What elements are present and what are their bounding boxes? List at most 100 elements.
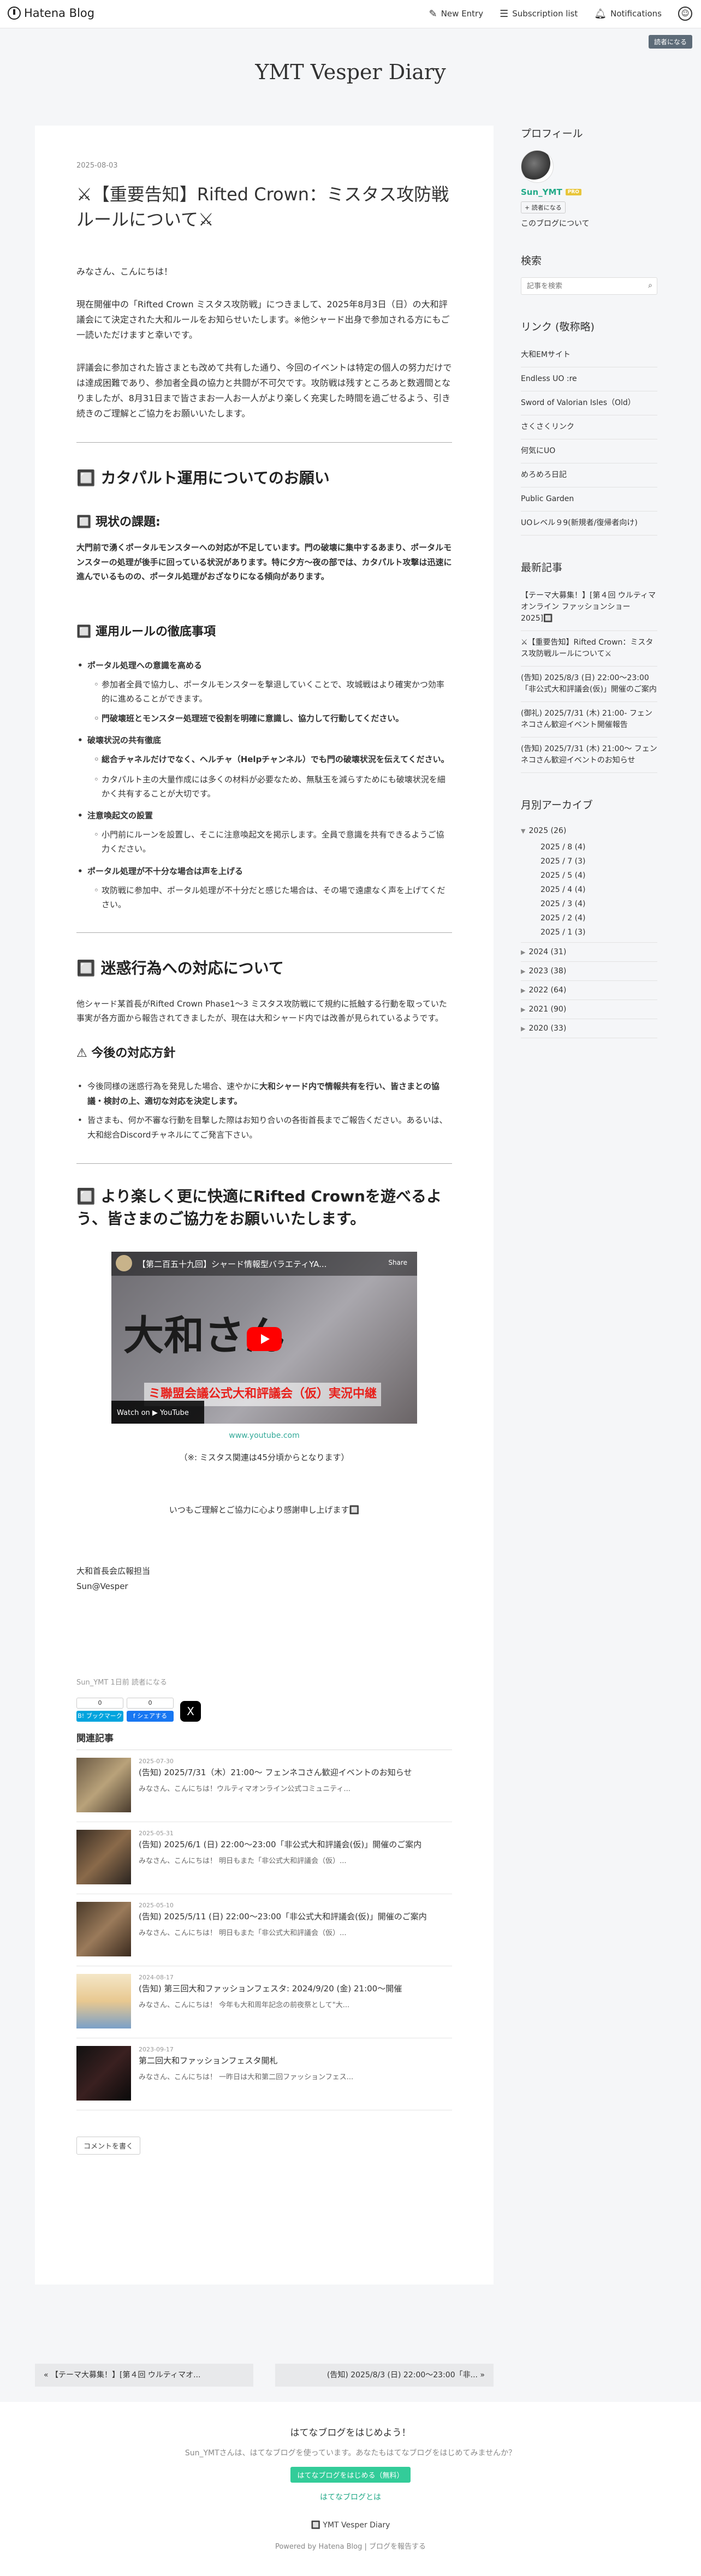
- youtube-embed[interactable]: 【第二百五十九回】シャード情報型バラエティYA... Share 大和さん ミ聯…: [111, 1252, 417, 1424]
- related-entry[interactable]: 2024-08-17 (告知) 第三回大和ファッションフェスタ: 2024/9/2…: [76, 1966, 452, 2038]
- play-button-icon[interactable]: [247, 1327, 282, 1352]
- x-share-icon[interactable]: X: [180, 1700, 201, 1722]
- new-entry-label: New Entry: [441, 9, 484, 19]
- rules-list: ポータル処理への意識を高める 参加者全員で協力し、ポータルモンスターを撃退してい…: [76, 658, 452, 912]
- thanks-text: いつもご理解とご協力に心より感謝申し上げます🔲: [169, 1504, 360, 1515]
- watch-on-youtube-button[interactable]: Watch on ▶ YouTube: [111, 1401, 204, 1424]
- sidebar-link[interactable]: めろめろ日記: [521, 463, 657, 487]
- archive-year-open[interactable]: ▼ 2025 (26): [521, 822, 657, 840]
- sidebar-link[interactable]: Public Garden: [521, 487, 657, 511]
- video-title[interactable]: 【第二百五十九回】シャード情報型バラエティYA...: [138, 1259, 326, 1269]
- related-title[interactable]: (告知) 2025/6/1 (日) 22:00〜23:00「非公式大和評議会(仮…: [139, 1839, 452, 1851]
- sidebar-link[interactable]: さくさくリンク: [521, 415, 657, 439]
- recent-entry-link[interactable]: 【テーマ大募集！】[第４回 ウルティマオンライン ファッションショー 2025]…: [521, 584, 657, 631]
- sidebar-link[interactable]: Endless UO :re: [521, 367, 657, 391]
- archive-year-label: 2024 (31): [528, 948, 567, 956]
- archive-year[interactable]: ▶ 2020 (33): [521, 1019, 657, 1038]
- reader-button[interactable]: 読者になる: [648, 35, 692, 49]
- related-thumbnail[interactable]: [76, 1901, 131, 1956]
- recent-entry-link[interactable]: (告知) 2025/7/31 (木) 21:00～ フェンネコさん歓迎イベントの…: [521, 737, 657, 773]
- rule-sublist: 参加者全員で協力し、ポータルモンスターを撃退していくことで、攻城戦はより確実かつ…: [87, 677, 452, 726]
- sidebar-reader-button[interactable]: + 読者になる: [521, 201, 566, 213]
- rule-label: 破壊状況の共有徹底: [87, 735, 162, 746]
- hatena-bookmark-share[interactable]: 0 B! ブックマーク: [76, 1697, 123, 1722]
- subscription-list-label: Subscription list: [512, 9, 578, 19]
- archive-year[interactable]: ▶ 2022 (64): [521, 981, 657, 1000]
- username-link[interactable]: Sun_YMT: [521, 187, 562, 197]
- next-entry-link[interactable]: (告知) 2025/8/3 (日) 22:00〜23:00「非... »: [275, 2364, 494, 2387]
- subheading-issue: 🔲 現状の課題:: [76, 515, 161, 529]
- bookmark-button[interactable]: B! ブックマーク: [76, 1710, 123, 1722]
- footer-blog-name[interactable]: 🔲 YMT Vesper Diary: [0, 2521, 701, 2530]
- archive-module: 月別アーカイブ ▼ 2025 (26) 2025 / 8 (4) 2025 / 7…: [521, 797, 657, 1038]
- archive-year[interactable]: ▶ 2021 (90): [521, 1000, 657, 1019]
- related-title[interactable]: (告知) 2025/7/31（木）21:00～ フェンネコさん歓迎イベントのお知…: [139, 1767, 452, 1779]
- archive-month[interactable]: 2025 / 1 (3): [521, 925, 657, 943]
- related-thumbnail[interactable]: [76, 1973, 131, 2028]
- caret-right-icon: ▶: [521, 1006, 526, 1013]
- archive-year-label: 2023 (38): [528, 967, 567, 975]
- about-blog-link[interactable]: このブログについて: [521, 218, 657, 229]
- about-hatena-blog-link[interactable]: はてなブログとは: [0, 2491, 701, 2502]
- related-entry[interactable]: 2023-09-17 第二回大和ファッションフェスタ開札 みなさん、こんにちは！ 一…: [76, 2038, 452, 2110]
- archive-month[interactable]: 2025 / 2 (4): [521, 911, 657, 925]
- related-entry[interactable]: 2025-05-31 (告知) 2025/6/1 (日) 22:00〜23:00「…: [76, 1822, 452, 1894]
- new-entry-link[interactable]: ✎ New Entry: [429, 8, 484, 20]
- powered-by[interactable]: Powered by Hatena Blog | ブログを報告する: [0, 2541, 701, 2551]
- caret-right-icon: ▶: [521, 1025, 526, 1032]
- video-share-button[interactable]: Share: [388, 1257, 407, 1269]
- related-entries-list: 2025-07-30 (告知) 2025/7/31（木）21:00～ フェンネコさ…: [76, 1750, 452, 2110]
- notifications-link[interactable]: 🔔︎ Notifications: [594, 8, 662, 20]
- sidebar-link[interactable]: UOレベル９9(新規者/復帰者向け): [521, 511, 657, 536]
- archive-month[interactable]: 2025 / 8 (4): [521, 840, 657, 854]
- user-menu-icon[interactable]: ☺: [678, 7, 692, 21]
- related-thumbnail[interactable]: [76, 1829, 131, 1884]
- footer-title: はてなブログをはじめよう！: [290, 2428, 411, 2438]
- related-entry[interactable]: 2025-05-10 (告知) 2025/5/11 (日) 22:00〜23:00…: [76, 1894, 452, 1966]
- sidebar-link[interactable]: 大和EMサイト: [521, 343, 657, 367]
- related-thumbnail[interactable]: [76, 1757, 131, 1812]
- hatena-blog-logo[interactable]: Hatena Blog: [8, 7, 94, 20]
- facebook-share[interactable]: 0 f シェアする: [127, 1697, 174, 1722]
- sidebar-link[interactable]: 何気にUO: [521, 439, 657, 463]
- subscription-list-link[interactable]: ☰ Subscription list: [500, 8, 578, 20]
- recent-entry-link[interactable]: ⚔【重要告知】Rifted Crown：ミスタス攻防戦ルールについて⚔: [521, 631, 657, 667]
- related-date: 2025-05-31: [139, 1829, 174, 1837]
- search-module: 検索 ⌕: [521, 253, 657, 295]
- entry-body: みなさん、こんにちは！ 現在開催中の「Rifted Crown ミスタス攻防戦」…: [76, 264, 452, 1595]
- sidebar-link[interactable]: Sword of Valorian Isles（Old）: [521, 391, 657, 415]
- related-title[interactable]: 第二回大和ファッションフェスタ開札: [139, 2055, 452, 2067]
- entry-title[interactable]: ⚔【重要告知】Rifted Crown：ミスタス攻防戦ルールについて⚔: [76, 182, 452, 233]
- avatar[interactable]: [521, 150, 554, 183]
- archive-heading: 月別アーカイブ: [521, 799, 593, 811]
- youtube-link[interactable]: www.youtube.com: [76, 1429, 452, 1443]
- facebook-share-button[interactable]: f シェアする: [127, 1710, 174, 1722]
- related-thumbnail[interactable]: [76, 2045, 131, 2101]
- search-icon[interactable]: ⌕: [648, 281, 652, 290]
- archive-year[interactable]: ▶ 2024 (31): [521, 943, 657, 962]
- bell-icon: 🔔︎: [594, 8, 607, 20]
- archive-year[interactable]: ▶ 2023 (38): [521, 962, 657, 981]
- prev-entry-link[interactable]: « 【テーマ大募集！】[第４回 ウルティマオ...: [35, 2364, 253, 2387]
- entry-date[interactable]: 2025-08-03: [76, 162, 452, 170]
- recent-entry-link[interactable]: (告知) 2025/8/3 (日) 22:00〜23:00「非公式大和評議会(仮…: [521, 667, 657, 702]
- related-date: 2023-09-17: [139, 2045, 174, 2053]
- related-title[interactable]: (告知) 2025/5/11 (日) 22:00〜23:00「非公式大和評議会(…: [139, 1911, 452, 1923]
- blog-title[interactable]: YMT Vesper Diary: [0, 60, 701, 84]
- global-nav: ✎ New Entry ☰ Subscription list 🔔︎ Notifica…: [429, 7, 692, 21]
- related-entry[interactable]: 2025-07-30 (告知) 2025/7/31（木）21:00～ フェンネコさ…: [76, 1750, 452, 1822]
- search-input[interactable]: [521, 278, 641, 294]
- rule-subitem: 総合チャネルだけでなく、ヘルチャ（Helpチャンネル）でも門の破壊状況を伝えてく…: [87, 752, 452, 767]
- write-comment-button[interactable]: コメントを書く: [76, 2136, 141, 2155]
- policy-list: 今後同様の迷惑行為を発見した場合、速やかに大和シャード内で情報共有を行い、皆さま…: [76, 1079, 452, 1143]
- start-blog-button[interactable]: はてなブログをはじめる（無料）: [290, 2467, 411, 2483]
- related-title[interactable]: (告知) 第三回大和ファッションフェスタ: 2024/9/20 (金) 21:0…: [139, 1983, 452, 1995]
- subheading-policy: ⚠ 今後の対応方針: [76, 1046, 176, 1060]
- archive-month[interactable]: 2025 / 7 (3): [521, 854, 657, 868]
- archive-month[interactable]: 2025 / 5 (4): [521, 868, 657, 883]
- archive-month[interactable]: 2025 / 3 (4): [521, 897, 657, 911]
- recent-entry-link[interactable]: (御礼) 2025/7/31 (木) 21:00- フェンネコさん歓迎イベント開…: [521, 702, 657, 737]
- archive-month[interactable]: 2025 / 4 (4): [521, 883, 657, 897]
- rule-sublist: 攻防戦に参加中、ポータル処理が不十分だと感じた場合は、その場で遠慮なく声を上げて…: [87, 883, 452, 912]
- entry-footer-meta[interactable]: Sun_YMT 1日前 読者になる: [76, 1676, 452, 1687]
